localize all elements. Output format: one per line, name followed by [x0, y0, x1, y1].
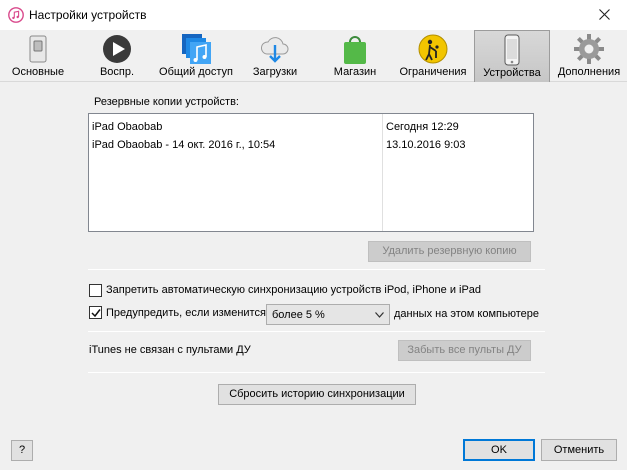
table-row[interactable]: iPad Obaobab - 14 окт. 2016 г., 10:54 13… [89, 136, 533, 154]
table-row[interactable]: iPad Obaobab Сегодня 12:29 [89, 118, 533, 136]
window-title: Настройки устройств [29, 8, 147, 22]
backup-name: iPad Obaobab - 14 окт. 2016 г., 10:54 [92, 139, 276, 151]
play-icon [103, 35, 131, 63]
forget-remotes-button[interactable]: Забыть все пульты ДУ [398, 340, 531, 361]
backups-label: Резервные копии устройств: [94, 96, 239, 108]
shopping-bag-icon [344, 36, 366, 64]
reset-sync-history-button[interactable]: Сбросить историю синхронизации [218, 384, 416, 405]
gear-icon [574, 34, 604, 64]
separator [88, 269, 545, 270]
backup-date: 13.10.2016 9:03 [386, 139, 466, 151]
cancel-button[interactable]: Отменить [541, 439, 617, 461]
backup-date: Сегодня 12:29 [386, 121, 459, 133]
threshold-value: более 5 % [272, 309, 325, 321]
tab-playback[interactable]: Воспр. [88, 30, 146, 82]
prevent-sync-label: Запретить автоматическую синхронизацию у… [106, 284, 482, 296]
title-bar: Настройки устройств [0, 0, 627, 30]
close-button[interactable] [583, 0, 627, 30]
tab-restrictions[interactable]: Ограничения [396, 30, 470, 82]
warn-change-checkbox[interactable] [89, 306, 102, 319]
cloud-download-icon [261, 37, 289, 63]
delete-backup-button[interactable]: Удалить резервную копию [368, 241, 531, 262]
backup-name: iPad Obaobab [92, 121, 163, 133]
threshold-select[interactable]: более 5 % [266, 304, 390, 325]
remotes-status: iTunes не связан с пультами ДУ [89, 344, 251, 356]
parental-control-icon [418, 34, 448, 64]
ok-button[interactable]: OK [463, 439, 535, 461]
tab-sharing[interactable]: Общий доступ [158, 30, 234, 82]
tab-general[interactable]: Основные [4, 30, 72, 82]
tab-advanced[interactable]: Дополнения [554, 30, 624, 82]
close-icon [599, 9, 610, 20]
help-button[interactable]: ? [11, 440, 33, 461]
warn-change-label: Предупредить, если изменится [106, 307, 266, 319]
separator [88, 372, 545, 373]
tab-downloads[interactable]: Загрузки [246, 30, 304, 82]
checkmark-icon [91, 309, 101, 318]
chevron-down-icon [375, 312, 384, 318]
backup-list[interactable]: iPad Obaobab Сегодня 12:29 iPad Obaobab … [88, 113, 534, 232]
tab-devices[interactable]: Устройства [474, 30, 550, 82]
tab-store[interactable]: Магазин [326, 30, 384, 82]
switch-icon [29, 35, 47, 63]
preferences-toolbar: Основные Воспр. Общий доступ Загрузки Ма… [0, 30, 627, 82]
separator [88, 331, 545, 332]
warn-suffix-label: данных на этом компьютере [394, 308, 539, 320]
prevent-sync-checkbox[interactable] [89, 284, 102, 297]
music-note-icon [182, 34, 211, 64]
phone-icon [504, 34, 520, 66]
itunes-logo-icon [8, 7, 24, 23]
